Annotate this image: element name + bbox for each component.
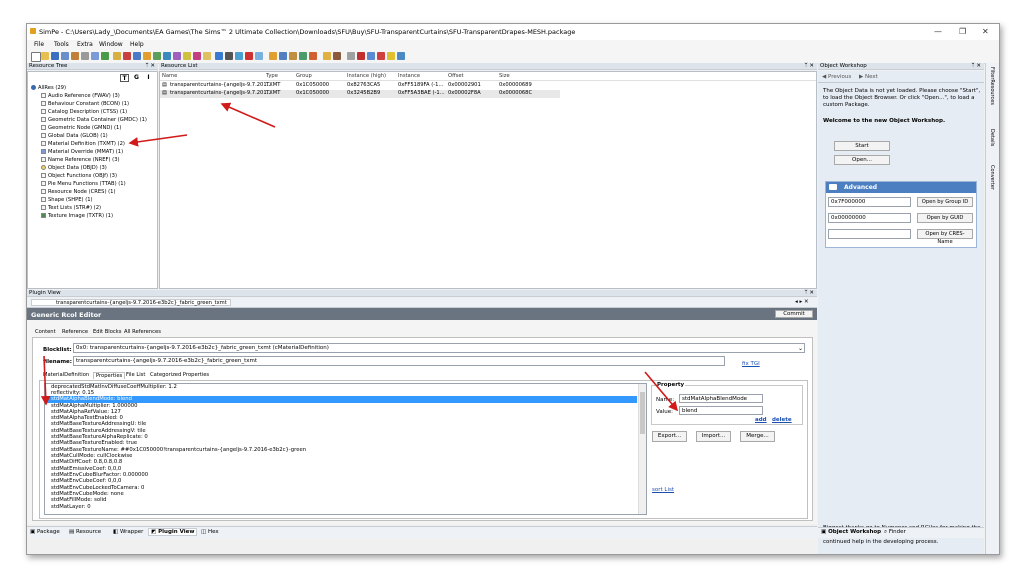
arrow-to-txmt-row (220, 102, 276, 128)
arrow-to-alpha-blend-mode (40, 355, 51, 406)
annotation-arrows (40, 102, 679, 412)
arrow-to-value-field (644, 371, 679, 412)
simpe-window: SimPe - C:\Users\Lady_\Documents\EA Game… (26, 23, 1000, 555)
arrow-to-material-definition (128, 134, 188, 147)
